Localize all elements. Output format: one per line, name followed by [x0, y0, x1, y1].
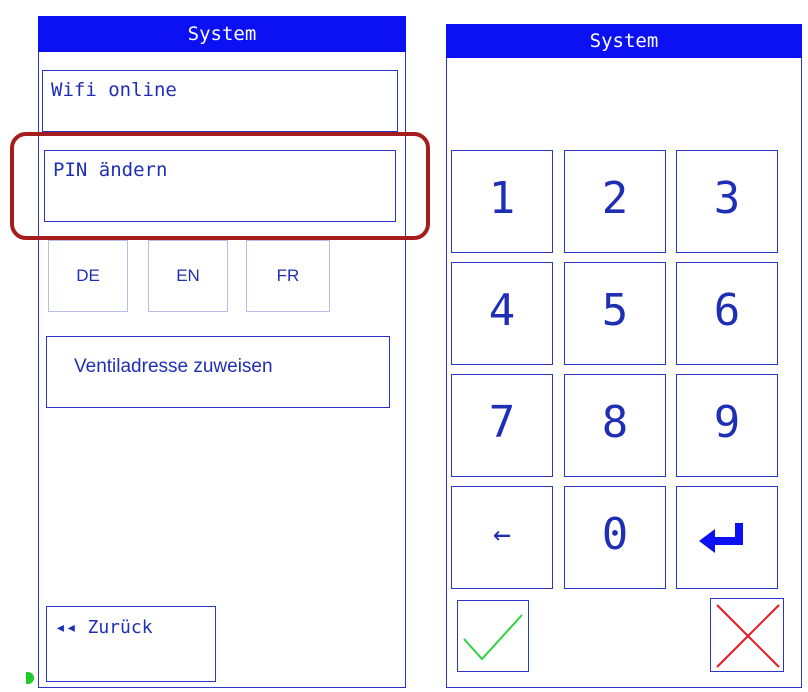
key-7[interactable]: 7 — [451, 374, 553, 477]
status-dot — [26, 672, 34, 684]
highlight-frame — [10, 132, 430, 240]
back-button[interactable]: ◂◂ Zurück — [46, 606, 216, 682]
enter-key[interactable] — [676, 486, 778, 589]
wifi-online-button[interactable]: Wifi online — [42, 70, 398, 132]
language-de-button[interactable]: DE — [48, 240, 128, 312]
assign-valve-address-label: Ventiladresse zuweisen — [54, 345, 354, 389]
key-1[interactable]: 1 — [451, 150, 553, 253]
key-9[interactable]: 9 — [676, 374, 778, 477]
checkmark-icon — [463, 614, 523, 661]
key-8[interactable]: 8 — [564, 374, 666, 477]
language-fr-button[interactable]: FR — [246, 240, 330, 312]
key-0[interactable]: 0 — [564, 486, 666, 589]
key-3[interactable]: 3 — [676, 150, 778, 253]
cancel-button[interactable] — [710, 598, 784, 672]
key-6[interactable]: 6 — [676, 262, 778, 365]
confirm-button[interactable] — [457, 600, 529, 672]
enter-icon — [699, 523, 743, 553]
key-2[interactable]: 2 — [564, 150, 666, 253]
system-menu-header: System — [38, 16, 406, 52]
pin-keypad-header: System — [446, 24, 802, 58]
language-en-button[interactable]: EN — [148, 240, 228, 312]
close-icon — [716, 604, 780, 668]
key-4[interactable]: 4 — [451, 262, 553, 365]
key-5[interactable]: 5 — [564, 262, 666, 365]
backspace-key[interactable]: ← — [451, 486, 553, 589]
